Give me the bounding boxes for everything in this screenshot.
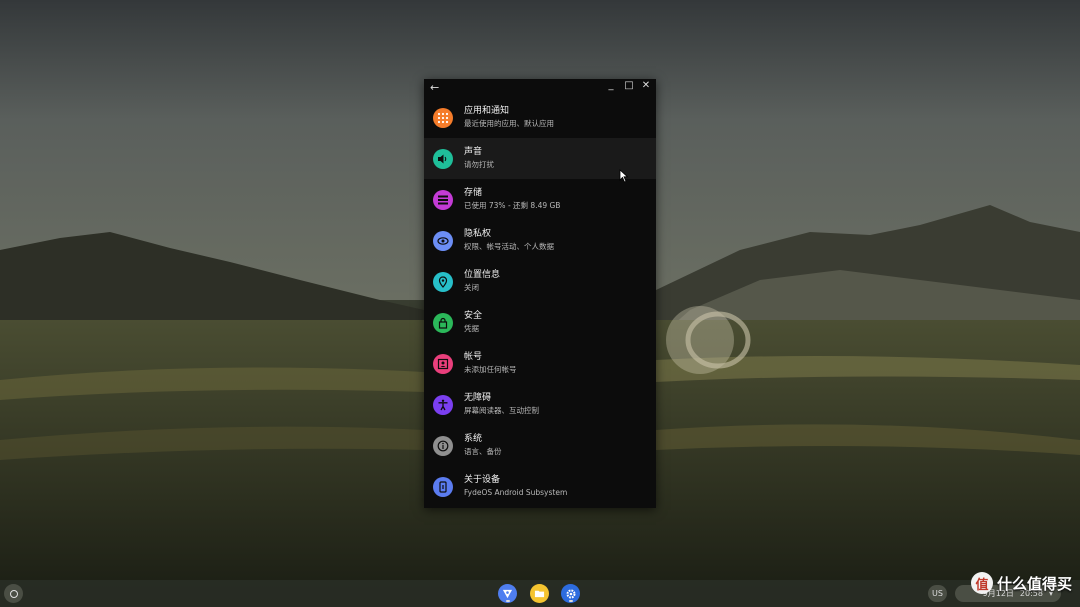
storage-icon bbox=[433, 189, 453, 210]
settings-item-privacy[interactable]: 隐私权 权限、帐号活动、个人数据 bbox=[424, 220, 656, 261]
settings-item-accounts[interactable]: 帐号 未添加任何帐号 bbox=[424, 343, 656, 384]
privacy-eye-icon bbox=[433, 230, 453, 251]
item-title: 关于设备 bbox=[464, 475, 501, 485]
item-subtitle: FydeOS Android Subsystem bbox=[464, 488, 568, 497]
item-subtitle: 未添加任何帐号 bbox=[464, 365, 517, 374]
item-title: 系统 bbox=[464, 434, 483, 444]
shelf-app-settings[interactable] bbox=[561, 584, 580, 603]
item-subtitle: 语言、备份 bbox=[464, 447, 502, 456]
device-icon bbox=[433, 476, 453, 497]
item-subtitle: 已使用 73% - 还剩 8.49 GB bbox=[464, 201, 561, 210]
item-subtitle: 关闭 bbox=[464, 283, 479, 292]
item-title: 隐私权 bbox=[464, 229, 492, 239]
ime-label: US bbox=[932, 589, 943, 598]
settings-item-security[interactable]: 安全 凭据 bbox=[424, 302, 656, 343]
account-box-icon bbox=[433, 353, 453, 374]
settings-item-system[interactable]: 系统 语言、备份 bbox=[424, 425, 656, 466]
item-title: 安全 bbox=[464, 311, 483, 321]
back-arrow-icon[interactable]: ← bbox=[430, 81, 439, 94]
item-title: 位置信息 bbox=[464, 270, 501, 280]
maximize-icon[interactable]: □ bbox=[623, 80, 635, 91]
settings-item-about[interactable]: 关于设备 FydeOS Android Subsystem bbox=[424, 466, 656, 507]
item-title: 应用和通知 bbox=[464, 106, 510, 116]
gear-icon bbox=[566, 589, 575, 598]
settings-window[interactable]: ← _ □ ✕ 应用和通知 最近使用的应用、默认应用 声音 请勿打扰 存储 已使… bbox=[424, 79, 656, 508]
accessibility-icon bbox=[433, 394, 453, 415]
item-title: 声音 bbox=[464, 147, 483, 157]
item-title: 无障碍 bbox=[464, 393, 492, 403]
launcher-button[interactable] bbox=[4, 584, 23, 603]
watermark-logo: 值 bbox=[970, 572, 993, 594]
shelf-app-fydeos[interactable] bbox=[498, 584, 517, 603]
close-icon[interactable]: ✕ bbox=[640, 80, 652, 91]
lock-icon bbox=[433, 312, 453, 333]
watermark-text: 什么值得买 bbox=[996, 574, 1072, 593]
item-title: 存储 bbox=[464, 188, 483, 198]
window-titlebar[interactable]: ← _ □ ✕ bbox=[424, 79, 656, 97]
watermark: 值 什么值得买 bbox=[970, 572, 1072, 594]
settings-item-accessibility[interactable]: 无障碍 屏幕阅读器、互动控制 bbox=[424, 384, 656, 425]
item-subtitle: 屏幕阅读器、互动控制 bbox=[464, 406, 539, 415]
info-icon bbox=[433, 435, 453, 456]
settings-item-storage[interactable]: 存储 已使用 73% - 还剩 8.49 GB bbox=[424, 179, 656, 220]
ime-indicator[interactable]: US bbox=[928, 585, 947, 602]
apps-grid-icon bbox=[433, 107, 453, 128]
running-indicator bbox=[505, 600, 510, 602]
settings-item-apps[interactable]: 应用和通知 最近使用的应用、默认应用 bbox=[424, 97, 656, 138]
settings-item-location[interactable]: 位置信息 关闭 bbox=[424, 261, 656, 302]
item-subtitle: 权限、帐号活动、个人数据 bbox=[464, 242, 554, 251]
shelf: US 9月12日 20:58 ▾ bbox=[0, 580, 1080, 607]
item-subtitle: 最近使用的应用、默认应用 bbox=[464, 119, 554, 128]
shelf-app-files[interactable] bbox=[530, 584, 549, 603]
mouse-cursor-icon bbox=[619, 169, 629, 183]
volume-icon bbox=[433, 148, 453, 169]
item-subtitle: 请勿打扰 bbox=[464, 160, 494, 169]
location-pin-icon bbox=[433, 271, 453, 292]
running-indicator bbox=[568, 600, 573, 602]
item-title: 帐号 bbox=[464, 352, 483, 362]
item-subtitle: 凭据 bbox=[464, 324, 479, 333]
minimize-icon[interactable]: _ bbox=[605, 80, 617, 91]
launcher-circle-icon bbox=[9, 589, 18, 598]
fydeos-app-icon bbox=[502, 589, 513, 599]
folder-icon bbox=[534, 590, 545, 598]
